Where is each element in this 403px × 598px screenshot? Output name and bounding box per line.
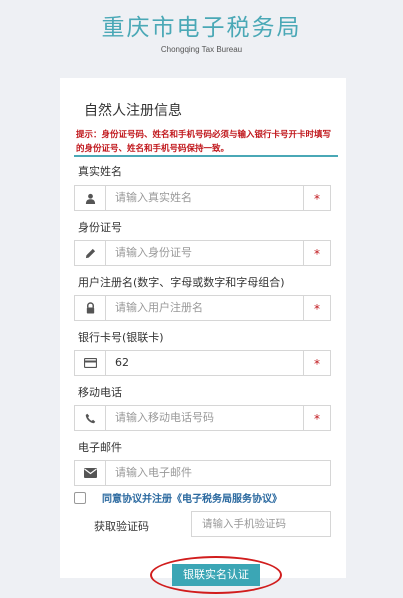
required-mark: * [303, 296, 330, 320]
real-name-label: 真实姓名 [78, 165, 122, 178]
bank-card-input[interactable]: 62 [115, 351, 129, 375]
agreement-checkbox[interactable] [74, 491, 86, 504]
lock-icon [75, 296, 106, 320]
id-number-label: 身份证号 [78, 221, 122, 234]
bank-card-field[interactable]: 62 * [74, 350, 331, 376]
notice-text: 提示：身份证号码、姓名和手机号码必须与输入银行卡号开卡时填写的身份证号、姓名和手… [76, 130, 332, 154]
email-label: 电子邮件 [78, 441, 122, 454]
bank-card-label: 银行卡号(银联卡) [78, 331, 164, 344]
notice-divider [74, 155, 338, 157]
credit-card-icon [75, 351, 106, 375]
agreement-row: 同意协议并注册 《电子税务局服务协议》 [74, 490, 282, 505]
mobile-phone-field[interactable]: 请输入移动电话号码 * [74, 405, 331, 431]
required-mark: * [303, 351, 330, 375]
mobile-phone-label: 移动电话 [78, 386, 122, 399]
service-agreement-link[interactable]: 《电子税务局服务协议》 [172, 490, 282, 505]
submit-area: 银联实名认证 [150, 556, 282, 594]
username-input[interactable]: 请输入用户注册名 [115, 296, 203, 320]
unionpay-verify-button[interactable]: 银联实名认证 [172, 564, 260, 586]
username-label: 用户注册名(数字、字母或数字和字母组合) [78, 276, 285, 289]
id-number-field[interactable]: 请输入身份证号 * [74, 240, 331, 266]
page-subtitle: Chongqing Tax Bureau [160, 45, 243, 54]
page-title: 重庆市电子税务局 [101, 15, 302, 41]
pencil-icon [75, 241, 106, 265]
verification-code-input[interactable]: 请输入手机验证码 [191, 511, 331, 537]
get-verification-code-button[interactable]: 获取验证码 [94, 518, 149, 534]
phone-icon [75, 406, 106, 430]
required-mark: * [303, 406, 330, 430]
required-mark: * [303, 241, 330, 265]
id-number-input[interactable]: 请输入身份证号 [115, 241, 192, 265]
mobile-phone-input[interactable]: 请输入移动电话号码 [115, 406, 214, 430]
real-name-field[interactable]: 请输入真实姓名 * [74, 185, 331, 211]
registration-form: 自然人注册信息 提示：身份证号码、姓名和手机号码必须与输入银行卡号开卡时填写的身… [60, 78, 346, 578]
page-header: 重庆市电子税务局 Chongqing Tax Bureau [0, 0, 403, 74]
email-field[interactable]: 请输入电子邮件 [74, 460, 331, 486]
user-icon [75, 186, 106, 210]
form-title: 自然人注册信息 [84, 103, 182, 119]
agreement-text: 同意协议并注册 [102, 494, 172, 505]
email-input[interactable]: 请输入电子邮件 [115, 461, 192, 485]
envelope-icon [75, 461, 106, 485]
required-mark: * [303, 186, 330, 210]
real-name-input[interactable]: 请输入真实姓名 [115, 186, 192, 210]
username-field[interactable]: 请输入用户注册名 * [74, 295, 331, 321]
